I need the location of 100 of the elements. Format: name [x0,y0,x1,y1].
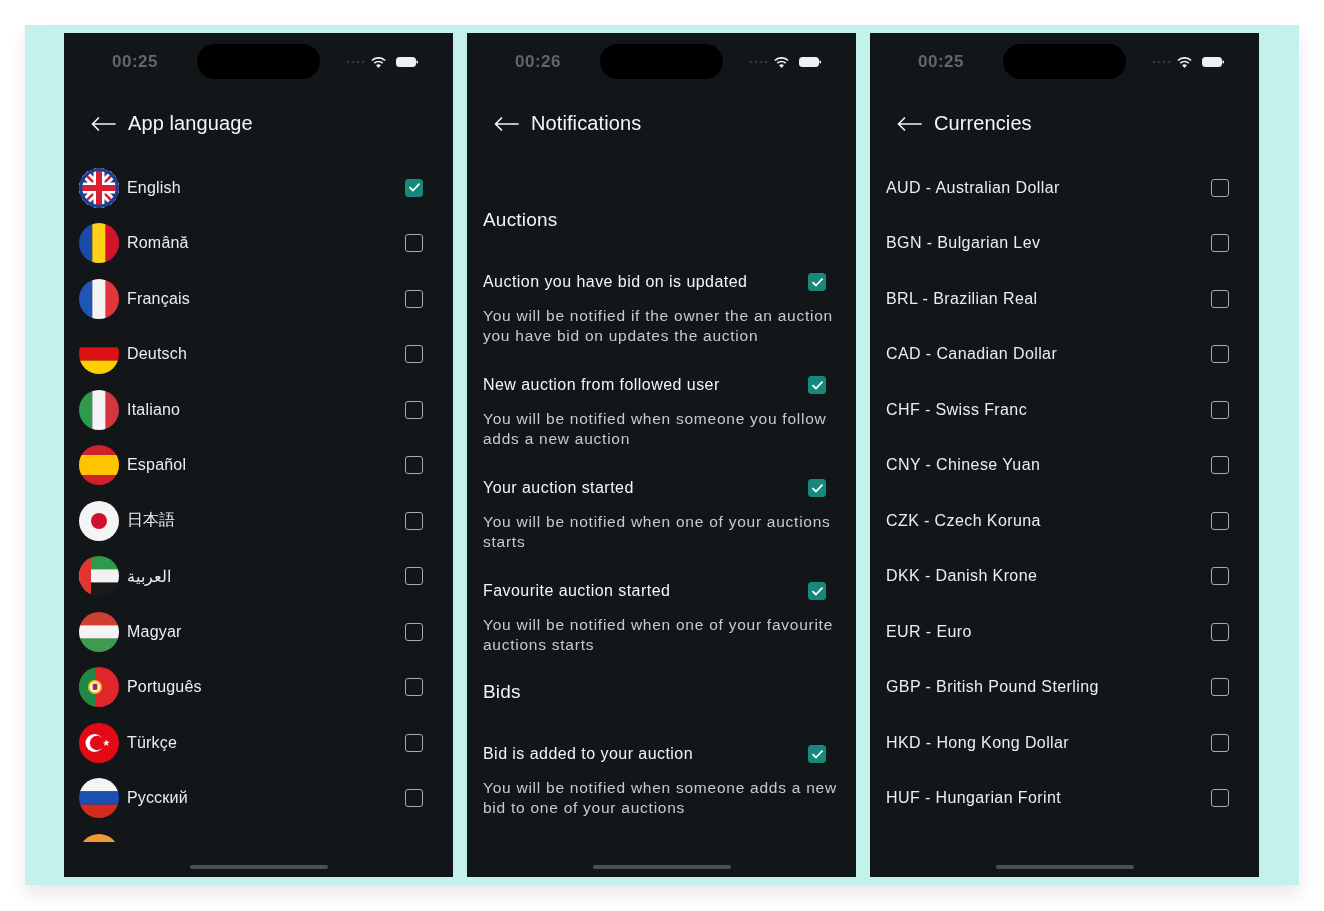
check-icon [811,749,823,759]
language-name: 日本語 [127,510,176,531]
wifi-icon [774,56,789,68]
checkbox[interactable] [405,289,423,308]
flag-icon [79,667,119,708]
checkbox[interactable] [1211,178,1229,197]
checkbox[interactable] [1211,567,1229,586]
language-name: Italiano [127,400,181,419]
check-icon [811,277,823,287]
arrow-left-icon [494,116,519,131]
language-name: العربية [127,566,171,586]
status-time: 00:25 [112,52,158,72]
status-time: 00:25 [918,52,964,72]
flag-icon [79,223,119,264]
signal-icon [1152,60,1172,64]
checkbox[interactable] [808,479,826,497]
checkbox[interactable] [1211,678,1229,697]
checkbox[interactable] [1211,456,1229,475]
checkbox[interactable] [1211,622,1229,641]
screen-title: Notifications [531,112,642,135]
checkbox[interactable] [808,745,826,763]
checkbox[interactable] [1211,789,1229,808]
currency-name: AUD - Australian Dollar [886,178,1060,197]
flag-icon [79,500,119,541]
flag-icon [79,556,119,597]
checkbox[interactable] [1211,511,1229,530]
checkbox[interactable] [405,511,423,530]
checkbox[interactable] [808,273,826,291]
language-name: Deutsch [127,345,188,364]
currency-name: CNY - Chinese Yuan [886,456,1041,475]
section-heading: Auctions [483,208,558,232]
currency-name: DKK - Danish Krone [886,567,1038,586]
notification-title: Bid is added to your auction [483,745,694,763]
check-icon [811,586,823,596]
notification-description: You will be notified when someone you follow adds a new auction [483,409,828,449]
flag-icon [79,167,119,208]
language-name: Português [127,678,202,697]
language-name: Español [127,456,187,475]
checkbox[interactable] [405,733,423,752]
signal-icon [749,60,769,64]
check-icon [408,183,420,193]
language-name: Русский [127,789,188,808]
checkbox[interactable] [1211,234,1229,253]
notification-description: You will be notified when one of your auctions starts [483,512,832,552]
back-button[interactable] [897,116,922,131]
flag-icon [79,278,119,319]
arrow-left-icon [91,116,116,131]
checkbox[interactable] [405,178,423,197]
notification-description: You will be notified when one of your favourite auctions starts [483,615,835,655]
check-icon [811,483,823,493]
checkbox[interactable] [405,789,423,808]
language-name: Magyar [127,622,182,641]
back-button[interactable] [494,116,519,131]
currency-name: BGN - Bulgarian Lev [886,234,1041,253]
flag-icon [79,611,119,652]
notification-description: You will be notified if the owner the an auction you have bid on updates the auction [483,306,834,346]
notification-title: New auction from followed user [483,376,720,394]
checkbox[interactable] [405,567,423,586]
checkbox[interactable] [1211,400,1229,419]
flag-icon [79,722,119,763]
checkbox[interactable] [405,678,423,697]
battery-icon [396,57,418,67]
checkbox[interactable] [405,622,423,641]
notification-title: Favourite auction started [483,582,671,600]
currency-name: BRL - Brazilian Real [886,289,1038,308]
screen-title: Currencies [934,112,1032,135]
language-name: English [127,178,181,197]
screen-title: App language [128,112,253,135]
currency-name: EUR - Euro [886,622,972,641]
signal-icon [346,60,366,64]
language-name: Türkçe [127,733,178,752]
checkbox[interactable] [1211,345,1229,364]
flag-icon [79,389,119,430]
checkbox[interactable] [405,234,423,253]
notification-description: You will be notified when someone adds a new bid to one of your auctions [483,778,838,818]
language-name: Français [127,289,190,308]
battery-icon [1202,57,1224,67]
checkbox[interactable] [1211,289,1229,308]
flag-icon [79,778,119,819]
back-button[interactable] [91,116,116,131]
checkbox[interactable] [808,376,826,394]
language-name: Română [127,234,189,253]
currency-name: HUF - Hungarian Forint [886,789,1062,808]
status-time: 00:26 [515,52,561,72]
flag-icon [79,445,119,486]
checkbox[interactable] [808,582,826,600]
currency-name: CZK - Czech Koruna [886,511,1041,530]
checkbox[interactable] [405,400,423,419]
checkbox[interactable] [405,456,423,475]
checkbox[interactable] [405,345,423,364]
arrow-left-icon [897,116,922,131]
wifi-icon [371,56,386,68]
notification-title: Your auction started [483,479,634,497]
section-heading: Bids [483,680,521,704]
currency-name: HKD - Hong Kong Dollar [886,733,1070,752]
battery-icon [799,57,821,67]
wifi-icon [1177,56,1192,68]
notification-title: Auction you have bid on is updated [483,273,748,291]
checkbox[interactable] [1211,733,1229,752]
check-icon [811,380,823,390]
